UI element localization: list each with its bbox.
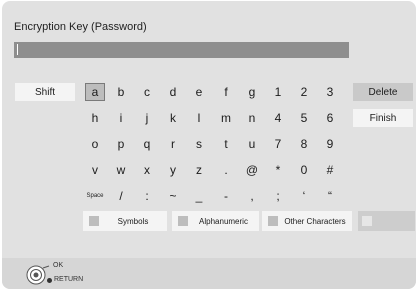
key-r1c0[interactable]: h (85, 109, 105, 127)
mode-extra-button[interactable] (358, 211, 415, 231)
key-r4c9[interactable]: “ (320, 187, 340, 205)
mode-alphanumeric-label: Alphanumeric (199, 216, 248, 226)
key-r1c1[interactable]: i (111, 109, 131, 127)
key-r3c3[interactable]: y (163, 161, 183, 179)
mode-swatch-icon (268, 216, 278, 226)
password-input[interactable] (14, 42, 349, 58)
key-r0c5[interactable]: f (216, 83, 236, 101)
key-r4c8[interactable]: ‘ (294, 187, 314, 205)
key-r1c3[interactable]: k (163, 109, 183, 127)
ok-label: OK (53, 262, 64, 269)
key-r4c6[interactable]: , (242, 187, 262, 205)
key-r0c9[interactable]: 3 (320, 83, 340, 101)
key-r1c7[interactable]: 4 (268, 109, 288, 127)
mode-other-characters-label: Other Characters (284, 216, 346, 226)
key-r3c9[interactable]: # (320, 161, 340, 179)
shift-button[interactable]: Shift (15, 83, 75, 101)
key-r1c8[interactable]: 5 (294, 109, 314, 127)
key-r2c6[interactable]: u (242, 135, 262, 153)
key-r4c5[interactable]: - (216, 187, 236, 205)
key-r2c4[interactable]: s (189, 135, 209, 153)
key-r2c9[interactable]: 9 (320, 135, 340, 153)
key-r0c8[interactable]: 2 (294, 83, 314, 101)
text-caret (17, 44, 18, 55)
key-r2c8[interactable]: 8 (294, 135, 314, 153)
footer-bar: OK RETURN (2, 258, 416, 289)
key-r2c3[interactable]: r (163, 135, 183, 153)
key-r1c5[interactable]: m (216, 109, 236, 127)
mode-other-characters-button[interactable]: Other Characters (262, 211, 352, 231)
key-r3c7[interactable]: * (268, 161, 288, 179)
delete-button[interactable]: Delete (353, 83, 413, 101)
key-r0c6[interactable]: g (242, 83, 262, 101)
mode-swatch-icon (178, 216, 188, 226)
key-r0c2[interactable]: c (137, 83, 157, 101)
finish-button[interactable]: Finish (353, 109, 413, 127)
keyboard-screen: Encryption Key (Password) Shift Delete F… (2, 1, 416, 289)
mode-alphanumeric-button[interactable]: Alphanumeric (172, 211, 259, 231)
key-r3c5[interactable]: . (216, 161, 236, 179)
key-r3c6[interactable]: @ (242, 161, 262, 179)
key-r1c2[interactable]: j (137, 109, 157, 127)
mode-symbols-label: Symbols (117, 216, 149, 226)
key-r3c1[interactable]: w (111, 161, 131, 179)
key-r2c0[interactable]: o (85, 135, 105, 153)
mode-swatch-icon (362, 216, 372, 226)
key-r4c4[interactable]: _ (189, 187, 209, 205)
key-r3c4[interactable]: z (189, 161, 209, 179)
page-title: Encryption Key (Password) (14, 21, 147, 33)
return-label: RETURN (54, 276, 84, 283)
key-r1c4[interactable]: l (189, 109, 209, 127)
key-r1c9[interactable]: 6 (320, 109, 340, 127)
key-r4c1[interactable]: / (111, 187, 131, 205)
mode-swatch-icon (89, 216, 99, 226)
key-r0c4[interactable]: e (189, 83, 209, 101)
key-r0c3[interactable]: d (163, 83, 183, 101)
key-r3c2[interactable]: x (137, 161, 157, 179)
key-r4c7[interactable]: ; (268, 187, 288, 205)
key-space[interactable]: Space (85, 187, 105, 205)
key-r0c1[interactable]: b (111, 83, 131, 101)
mode-symbols-button[interactable]: Symbols (83, 211, 167, 231)
return-button-icon (47, 278, 52, 283)
key-r4c3[interactable]: ~ (163, 187, 183, 205)
key-r2c2[interactable]: q (137, 135, 157, 153)
key-r4c2[interactable]: : (137, 187, 157, 205)
key-r2c5[interactable]: t (216, 135, 236, 153)
key-r0c7[interactable]: 1 (268, 83, 288, 101)
key-r1c6[interactable]: n (242, 109, 262, 127)
key-r3c8[interactable]: 0 (294, 161, 314, 179)
disc-remote-icon (26, 265, 50, 285)
key-r0c0[interactable]: a (85, 83, 105, 101)
key-r2c7[interactable]: 7 (268, 135, 288, 153)
key-r3c0[interactable]: v (85, 161, 105, 179)
key-r2c1[interactable]: p (111, 135, 131, 153)
